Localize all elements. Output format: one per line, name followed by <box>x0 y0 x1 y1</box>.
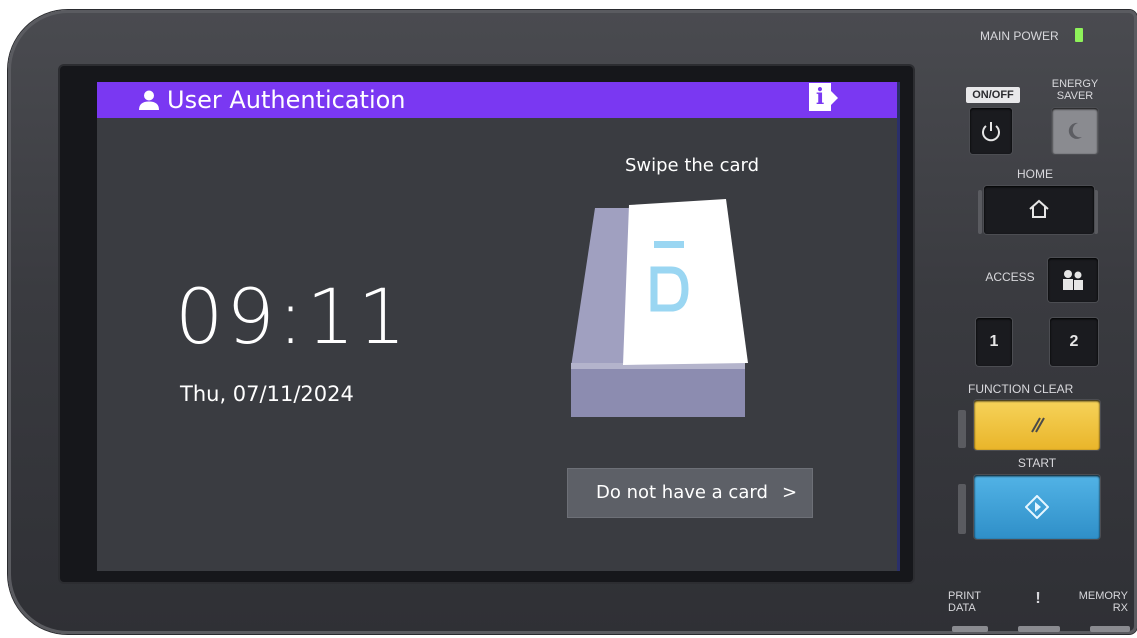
swipe-prompt: Swipe the card <box>624 155 760 176</box>
main-power-led <box>1075 28 1083 42</box>
button-1[interactable]: 1 <box>976 318 1012 366</box>
clock-time: 09:11 <box>175 272 410 361</box>
energy-saver-label: ENERGY SAVER <box>1051 78 1099 102</box>
power-icon <box>982 122 1000 142</box>
info-button[interactable]: i <box>809 83 838 113</box>
main-power-label: MAIN POWER <box>980 29 1059 43</box>
memory-rx-label: MEMORY RX <box>1078 590 1128 614</box>
energy-saver-button[interactable] <box>1052 108 1098 154</box>
start-label: START <box>1017 456 1057 470</box>
no-card-label: Do not have a card <box>596 482 768 503</box>
function-clear-button[interactable] <box>974 400 1100 450</box>
power-button[interactable] <box>970 108 1012 154</box>
info-icon: i <box>809 83 831 111</box>
home-icon <box>1029 199 1049 218</box>
touch-screen: User Authentication i 09:11 Thu, 07/11/2… <box>97 82 897 571</box>
clock-date: Thu, 07/11/2024 <box>180 382 354 406</box>
start-button[interactable] <box>974 475 1100 539</box>
access-label: ACCESS <box>985 270 1035 284</box>
on-off-label: ON/OFF <box>966 87 1020 103</box>
home-label: HOME <box>1017 167 1053 181</box>
screen-edge <box>897 82 900 571</box>
button-2[interactable]: 2 <box>1050 318 1098 366</box>
chevron-right-icon: > <box>782 482 798 503</box>
title-bar: User Authentication i <box>97 82 897 118</box>
moon-icon <box>1068 122 1082 139</box>
access-button[interactable] <box>1048 258 1098 302</box>
page-title: User Authentication <box>167 86 406 114</box>
card-reader-illustration <box>571 199 748 417</box>
access-icon <box>1063 270 1083 290</box>
no-card-button[interactable]: Do not have a card > <box>567 468 813 518</box>
memory-rx-led <box>1090 626 1130 632</box>
error-indicator: ! <box>1035 590 1041 607</box>
function-clear-label: FUNCTION CLEAR <box>968 382 1074 396</box>
print-data-led <box>952 626 988 632</box>
clear-icon <box>1031 417 1045 433</box>
user-icon <box>139 90 159 110</box>
error-led <box>1018 626 1060 632</box>
print-data-label: PRINT DATA <box>948 590 981 614</box>
start-icon <box>1025 495 1049 519</box>
home-button[interactable] <box>984 186 1094 234</box>
